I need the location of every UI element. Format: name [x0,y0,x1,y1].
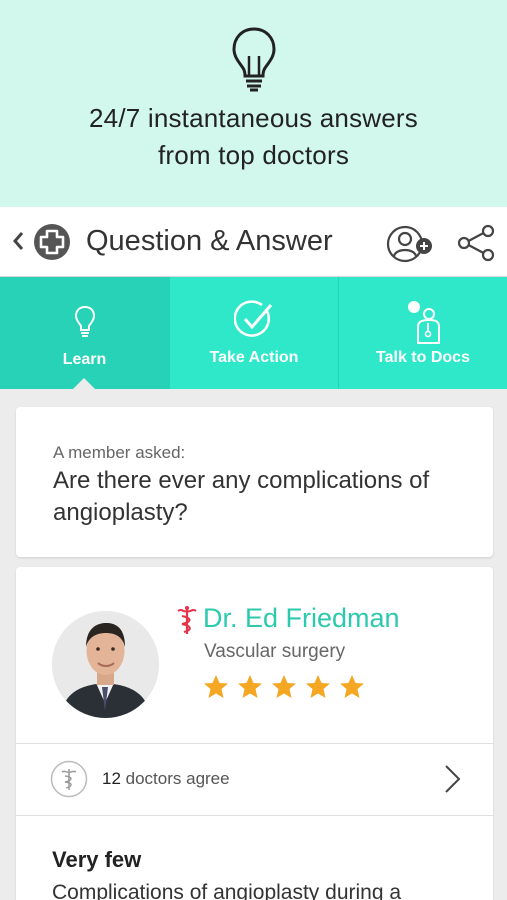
doctors-agree-row[interactable]: 12 doctors agree [16,743,493,815]
doctor-icon [408,301,440,344]
share-icon[interactable] [457,224,495,262]
caduceus-circle-icon [50,760,88,798]
answer-body: Complications of angioplasty during a [52,881,402,900]
question-card[interactable]: A member asked: Are there ever any compl… [16,407,493,557]
star-icon [272,675,296,698]
tab-learn-label: Learn [62,351,107,368]
app-bar: Question & Answer [0,207,507,277]
chevron-right-icon[interactable] [442,763,462,795]
question-prefix: A member asked: [53,443,186,462]
answer-title: Very few [52,847,142,872]
question-text: Are there ever any complications of angi… [53,467,430,526]
star-icon [238,675,262,698]
star-icon [204,675,228,698]
caduceus-icon [177,606,197,634]
doctor-name[interactable]: Dr. Ed Friedman [203,603,400,634]
doctors-agree-text: 12 doctors agree [102,769,230,789]
promo-headline: 24/7 instantaneous answers from top doct… [0,100,507,174]
doctor-specialty: Vascular surgery [204,641,346,662]
star-icon [340,675,364,698]
tab-learn[interactable]: Learn [0,277,169,390]
rating-stars [203,674,365,700]
star-icon [306,675,330,698]
plus-circle-logo-icon[interactable] [33,223,71,261]
add-user-icon[interactable] [385,222,433,266]
checkmark-circle-icon [234,300,273,337]
tab-talk-to-docs-label: Talk to Docs [376,349,470,366]
tab-bar: Learn Take Action Talk to Docs [0,277,507,390]
tab-take-action[interactable]: Take Action [169,277,338,389]
lightbulb-icon [74,305,95,337]
lightbulb-icon [232,27,276,92]
divider [16,815,493,816]
tab-take-action-label: Take Action [209,349,299,366]
promo-headline-line2: from top doctors [157,140,350,170]
chevron-left-icon[interactable] [10,227,26,255]
agree-count: 12 [102,769,121,788]
agree-suffix: doctors agree [120,769,230,788]
page-title: Question & Answer [86,225,333,257]
promo-banner: 24/7 instantaneous answers from top doct… [0,0,507,207]
answer-card[interactable]: Dr. Ed Friedman Vascular surgery 12 doct… [16,567,493,900]
tab-talk-to-docs[interactable]: Talk to Docs [338,277,507,389]
doctor-avatar[interactable] [52,611,159,718]
promo-headline-line1: 24/7 instantaneous answers [89,103,418,133]
doctor-portrait-image [52,611,159,718]
